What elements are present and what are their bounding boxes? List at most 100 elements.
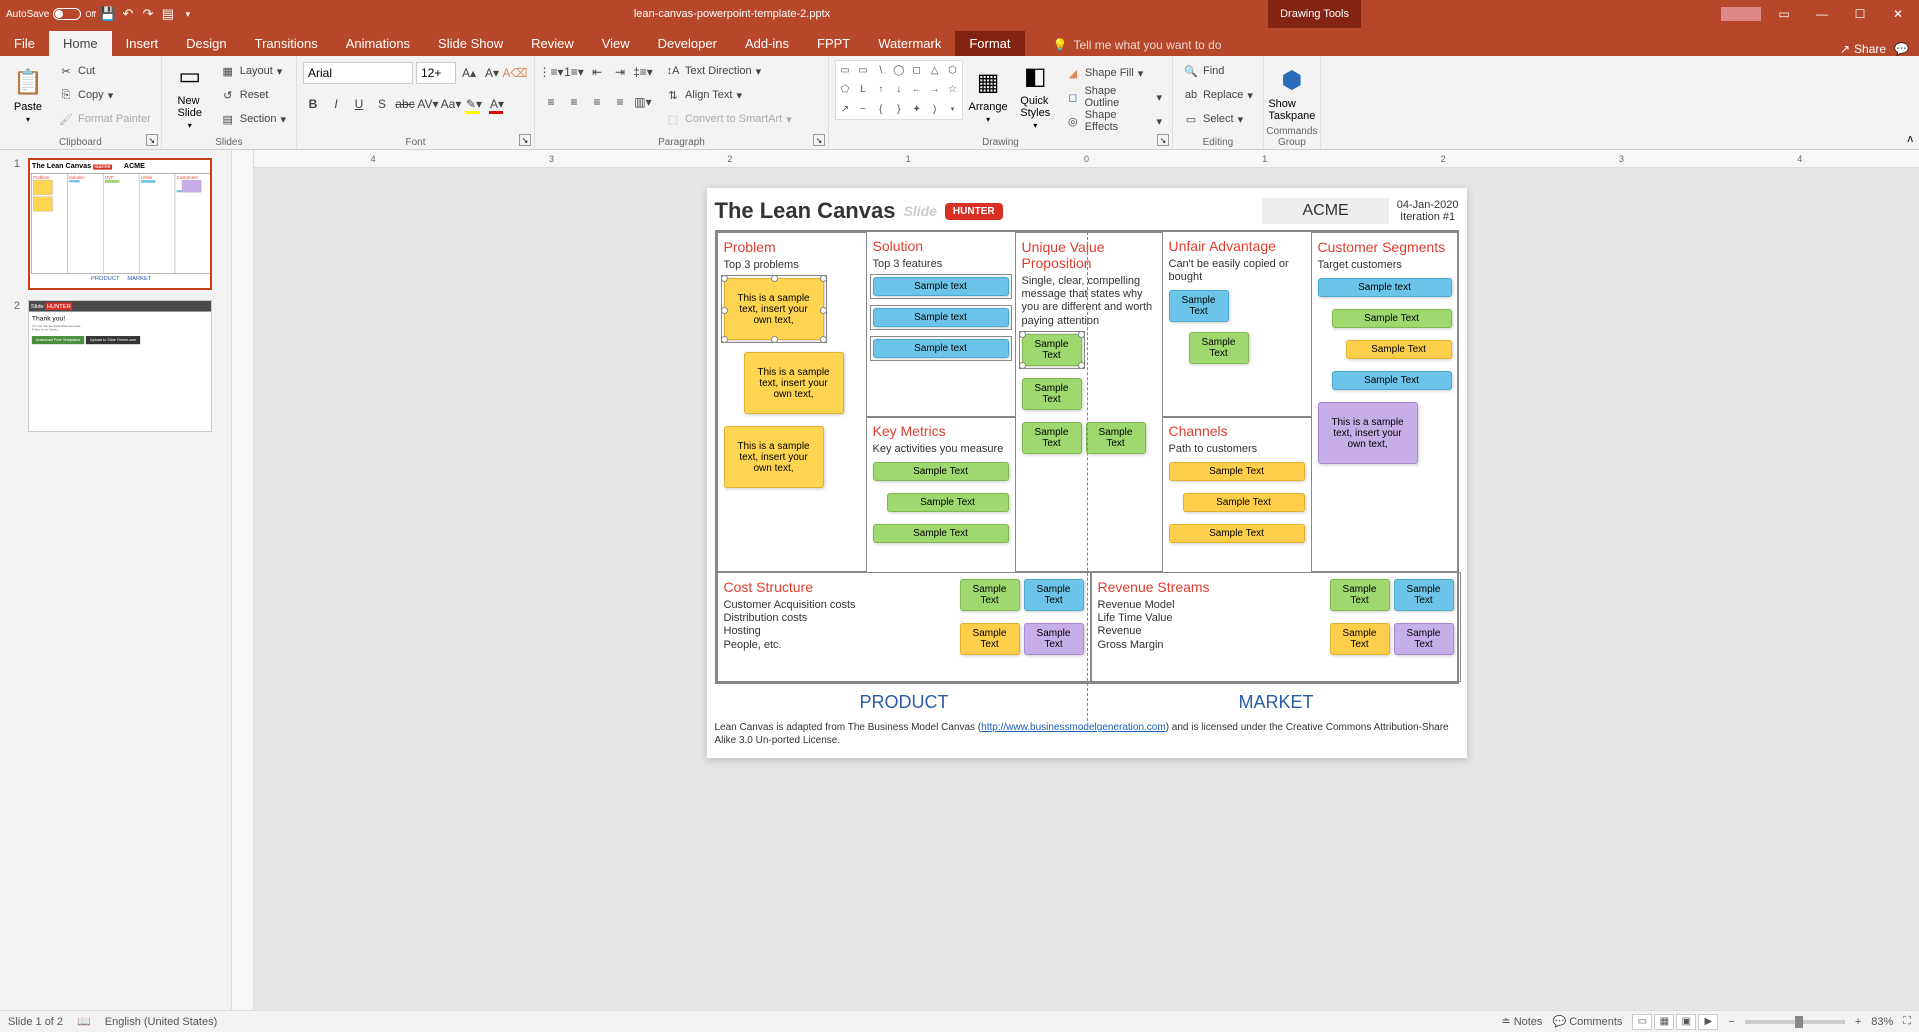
sticky-note[interactable]: Sample Text (1332, 309, 1452, 328)
font-color-icon[interactable]: A▾ (487, 94, 507, 114)
sticky-note[interactable]: Sample Text (1024, 623, 1084, 655)
tab-developer[interactable]: Developer (644, 31, 731, 56)
collapse-ribbon-icon[interactable]: ʌ (1908, 133, 1914, 145)
layout-button[interactable]: ▦Layout ▾ (216, 60, 290, 82)
paragraph-launcher[interactable]: ↘ (813, 134, 825, 146)
date-text[interactable]: 04-Jan-2020 (1397, 199, 1459, 211)
align-right-icon[interactable]: ≡ (587, 92, 607, 112)
text-direction-button[interactable]: ↕AText Direction ▾ (661, 60, 796, 82)
tab-transitions[interactable]: Transitions (241, 31, 332, 56)
justify-icon[interactable]: ≡ (610, 92, 630, 112)
sticky-note[interactable]: Sample Text (1022, 334, 1082, 366)
vertical-scrollbar[interactable] (1903, 300, 1919, 1010)
sticky-note[interactable]: This is a sample text, insert your own t… (1318, 402, 1418, 464)
minimize-icon[interactable]: — (1807, 0, 1837, 28)
sticky-note[interactable]: Sample Text (1183, 493, 1305, 512)
replace-button[interactable]: abReplace ▾ (1179, 84, 1257, 106)
find-button[interactable]: 🔍Find (1179, 60, 1257, 82)
undo-icon[interactable]: ↶ (120, 6, 136, 22)
sticky-note[interactable]: Sample Text (1169, 524, 1305, 543)
sticky-note[interactable]: Sample text (873, 308, 1009, 327)
sticky-note[interactable]: Sample text (873, 339, 1009, 358)
fit-to-window-icon[interactable]: ⛶ (1903, 1015, 1911, 1028)
notes-button[interactable]: ≐ Notes (1501, 1015, 1542, 1028)
tell-me-search[interactable]: 💡 Tell me what you want to do (1045, 34, 1230, 56)
zoom-out-icon[interactable]: − (1728, 1016, 1734, 1028)
decrease-indent-icon[interactable]: ⇤ (587, 62, 607, 82)
clipboard-launcher[interactable]: ↘ (146, 134, 158, 146)
sticky-note[interactable]: This is a sample text, insert your own t… (744, 352, 844, 414)
cell-uvp[interactable]: Unique Value Proposition Single, clear, … (1015, 232, 1163, 572)
tab-fppt[interactable]: FPPT (803, 31, 864, 56)
start-from-beginning-icon[interactable]: ▤ (160, 6, 176, 22)
slide-canvas[interactable]: The Lean Canvas Slide HUNTER ACME 04-Jan… (707, 188, 1467, 758)
sticky-note[interactable]: Sample Text (1086, 422, 1146, 454)
cell-metrics[interactable]: Key Metrics Key activities you measure S… (866, 416, 1016, 573)
bold-button[interactable]: B (303, 94, 323, 114)
highlight-icon[interactable]: ✎▾ (464, 94, 484, 114)
spellcheck-icon[interactable]: 📖 (77, 1015, 91, 1028)
slide-title[interactable]: The Lean Canvas (715, 198, 896, 224)
language-indicator[interactable]: English (United States) (105, 1016, 218, 1028)
slide-indicator[interactable]: Slide 1 of 2 (8, 1016, 63, 1028)
bullets-icon[interactable]: ⋮≡▾ (541, 62, 561, 82)
strike-button[interactable]: abc (395, 94, 415, 114)
qat-customize-icon[interactable]: ▾ (180, 6, 196, 22)
italic-button[interactable]: I (326, 94, 346, 114)
cell-solution[interactable]: Solution Top 3 features Sample text Samp… (866, 231, 1016, 418)
char-spacing-icon[interactable]: AV▾ (418, 94, 438, 114)
redo-icon[interactable]: ↷ (140, 6, 156, 22)
sticky-note[interactable]: This is a sample text, insert your own t… (724, 426, 824, 488)
tab-addins[interactable]: Add-ins (731, 31, 803, 56)
ribbon-options-icon[interactable]: ▭ (1769, 0, 1799, 28)
clear-format-icon[interactable]: A⌫ (505, 63, 525, 83)
smartart-button[interactable]: ⬚Convert to SmartArt ▾ (661, 108, 796, 130)
copy-button[interactable]: ⎘Copy ▾ (54, 84, 155, 106)
numbering-icon[interactable]: 1≡▾ (564, 62, 584, 82)
user-badge[interactable] (1721, 7, 1761, 21)
sticky-note[interactable]: Sample Text (1169, 290, 1229, 322)
tab-home[interactable]: Home (49, 31, 112, 56)
drawing-launcher[interactable]: ↘ (1157, 134, 1169, 146)
sticky-note[interactable]: Sample Text (1330, 579, 1390, 611)
sticky-note[interactable]: Sample text (873, 277, 1009, 296)
paste-button[interactable]: 📋 Paste▾ (6, 60, 50, 130)
tab-design[interactable]: Design (172, 31, 240, 56)
zoom-slider[interactable] (1745, 1020, 1845, 1024)
autosave-toggle[interactable]: AutoSave Off (6, 8, 96, 20)
sticky-note[interactable]: Sample Text (1022, 422, 1082, 454)
tab-file[interactable]: File (0, 31, 49, 56)
cell-problem[interactable]: Problem Top 3 problems This is a sample … (717, 232, 867, 572)
sticky-note[interactable]: Sample text (1318, 278, 1452, 297)
sticky-note[interactable]: Sample Text (1024, 579, 1084, 611)
sticky-note[interactable]: Sample Text (1330, 623, 1390, 655)
sticky-note[interactable]: Sample Text (873, 524, 1009, 543)
font-name-input[interactable] (303, 62, 413, 84)
sticky-note[interactable]: Sample Text (1346, 340, 1452, 359)
select-button[interactable]: ▭Select ▾ (1179, 108, 1257, 130)
comments-button[interactable]: 💬 Comments (1552, 1015, 1622, 1028)
shape-fill-button[interactable]: ◢Shape Fill ▾ (1061, 62, 1166, 84)
section-button[interactable]: ▤Section ▾ (216, 108, 290, 130)
increase-indent-icon[interactable]: ⇥ (610, 62, 630, 82)
sticky-note[interactable]: Sample Text (887, 493, 1009, 512)
shrink-font-icon[interactable]: A▾ (482, 63, 502, 83)
shadow-button[interactable]: S (372, 94, 392, 114)
cell-customers[interactable]: Customer Segments Target customers Sampl… (1311, 232, 1459, 572)
cell-channels[interactable]: Channels Path to customers Sample Text S… (1162, 416, 1312, 573)
maximize-icon[interactable]: ☐ (1845, 0, 1875, 28)
quick-styles-button[interactable]: ◧ Quick Styles▾ (1014, 60, 1057, 130)
format-painter-button[interactable]: 🖌Format Painter (54, 108, 155, 130)
tab-view[interactable]: View (588, 31, 644, 56)
tab-format[interactable]: Format (955, 31, 1024, 56)
cell-unfair[interactable]: Unfair Advantage Can't be easily copied … (1162, 231, 1312, 418)
close-icon[interactable]: ✕ (1883, 0, 1913, 28)
font-size-input[interactable] (416, 62, 456, 84)
sticky-note[interactable]: Sample Text (960, 579, 1020, 611)
sticky-note[interactable]: Sample Text (960, 623, 1020, 655)
sticky-note[interactable]: Sample Text (1394, 623, 1454, 655)
share-button[interactable]: ↗ Share (1840, 42, 1886, 56)
cell-cost[interactable]: Cost Structure Customer Acquisition cost… (717, 572, 1091, 682)
align-left-icon[interactable]: ≡ (541, 92, 561, 112)
underline-button[interactable]: U (349, 94, 369, 114)
